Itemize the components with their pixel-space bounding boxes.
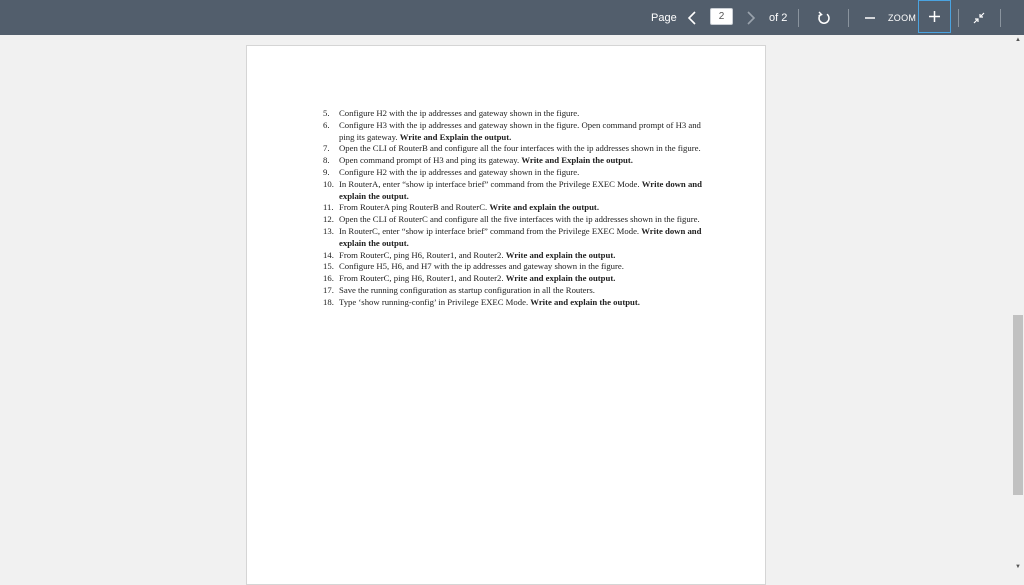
item-plain-text: Open the CLI of RouterC and configure al… <box>339 214 700 225</box>
item-number: 6. <box>323 119 330 130</box>
item-plain-text: In RouterC, enter “show ip interface bri… <box>339 225 642 236</box>
item-text: Configure H3 with the ip addresses and g… <box>339 120 703 144</box>
previous-page-button[interactable] <box>683 0 701 35</box>
list-item: 16. From RouterC, ping H6, Router1, and R… <box>323 273 703 285</box>
item-number: 9. <box>323 166 330 177</box>
item-plain-text: Configure H3 with the ip addresses and g… <box>339 119 701 142</box>
rotate-icon <box>818 11 830 24</box>
pdf-toolbar: Page of 2 ZOOM <box>0 0 1024 35</box>
item-text: From RouterC, ping H6, Router1, and Rout… <box>339 273 703 285</box>
item-bold-text: Write and explain the output. <box>505 249 616 260</box>
item-number: 8. <box>323 155 330 166</box>
item-plain-text: From RouterC, ping H6, Router1, and Rout… <box>339 273 506 284</box>
item-text: From RouterA ping RouterB and RouterC. W… <box>339 202 703 214</box>
plus-icon <box>929 11 940 22</box>
item-bold-text: Write and explain the output. <box>505 273 616 284</box>
toolbar-divider <box>848 9 849 27</box>
item-bold-text: Write and explain the output. <box>530 296 640 307</box>
list-item: 17. Save the running configuration as sta… <box>323 285 703 297</box>
list-item: 8. Open command prompt of H3 and ping its… <box>323 155 703 167</box>
item-plain-text: In RouterA, enter “show ip interface bri… <box>339 178 642 189</box>
scroll-down-arrow-icon[interactable]: ▼ <box>1012 564 1024 574</box>
item-plain-text: Configure H2 with the ip addresses and g… <box>339 166 580 177</box>
item-text: Open command prompt of H3 and ping its g… <box>339 155 703 167</box>
list-item: 18. Type ‘show running-config’ in Privile… <box>323 297 703 309</box>
list-item: 13. In RouterC, enter “show ip interface … <box>323 226 703 250</box>
item-text: In RouterA, enter “show ip interface bri… <box>339 179 703 203</box>
toolbar-divider <box>958 9 959 27</box>
chevron-right-icon <box>747 10 756 25</box>
page-count-label: of 2 <box>769 11 788 24</box>
zoom-label: ZOOM <box>888 12 917 23</box>
item-text: Configure H2 with the ip addresses and g… <box>339 167 703 179</box>
item-number: 15. <box>323 261 334 272</box>
item-plain-text: From RouterC, ping H6, Router1, and Rout… <box>339 249 506 260</box>
list-item: 15. Configure H5, H6, and H7 with the ip … <box>323 261 703 273</box>
list-item: 12. Open the CLI of RouterC and configure… <box>323 214 703 226</box>
toolbar-divider <box>1000 9 1001 27</box>
list-item: 5. Configure H2 with the ip addresses and… <box>323 108 703 120</box>
item-plain-text: Open the CLI of RouterB and configure al… <box>339 143 701 154</box>
item-number: 11. <box>323 202 334 213</box>
item-text: Type ‘show running-config’ in Privilege … <box>339 297 703 309</box>
item-bold-text: Write and Explain the output. <box>399 131 512 142</box>
item-number: 7. <box>323 143 330 154</box>
list-item: 11. From RouterA ping RouterB and RouterC… <box>323 202 703 214</box>
zoom-out-button[interactable] <box>860 0 880 35</box>
item-plain-text: Configure H5, H6, and H7 with the ip add… <box>339 261 624 272</box>
scrollbar-thumb[interactable] <box>1013 315 1023 495</box>
toolbar-divider <box>798 9 799 27</box>
item-text: From RouterC, ping H6, Router1, and Rout… <box>339 250 703 262</box>
item-number: 16. <box>323 273 334 284</box>
list-item: 7. Open the CLI of RouterB and configure … <box>323 143 703 155</box>
item-number: 10. <box>323 178 334 189</box>
document-viewer: 5. Configure H2 with the ip addresses and… <box>0 35 1012 585</box>
page-number-input[interactable] <box>710 8 733 25</box>
item-number: 13. <box>323 225 334 236</box>
item-plain-text: From RouterA ping RouterB and RouterC. <box>339 202 490 213</box>
list-item: 9. Configure H2 with the ip addresses and… <box>323 167 703 179</box>
rotate-button[interactable] <box>812 0 836 35</box>
zoom-in-button[interactable] <box>918 0 951 33</box>
item-number: 5. <box>323 108 330 118</box>
item-number: 14. <box>323 249 334 260</box>
next-page-button[interactable] <box>742 0 760 35</box>
item-bold-text: Write and Explain the output. <box>521 155 633 166</box>
item-bold-text: Write and explain the output. <box>489 202 599 213</box>
item-text: Configure H5, H6, and H7 with the ip add… <box>339 261 703 273</box>
item-plain-text: Open command prompt of H3 and ping its g… <box>339 155 522 166</box>
scroll-up-arrow-icon[interactable]: ▲ <box>1012 37 1024 47</box>
minus-icon <box>865 16 875 19</box>
collapse-icon <box>973 12 985 23</box>
list-item: 14. From RouterC, ping H6, Router1, and R… <box>323 250 703 262</box>
fit-page-button[interactable] <box>968 0 990 35</box>
item-text: Open the CLI of RouterC and configure al… <box>339 214 703 226</box>
item-text: Configure H2 with the ip addresses and g… <box>339 108 703 120</box>
item-plain-text: Save the running configuration as startu… <box>339 284 595 295</box>
item-number: 17. <box>323 284 334 295</box>
item-number: 18. <box>323 296 334 307</box>
instruction-list: 5. Configure H2 with the ip addresses and… <box>323 108 703 309</box>
pdf-page: 5. Configure H2 with the ip addresses and… <box>246 45 766 585</box>
item-number: 12. <box>323 214 334 225</box>
item-text: In RouterC, enter “show ip interface bri… <box>339 226 703 250</box>
item-text: Save the running configuration as startu… <box>339 285 703 297</box>
chevron-left-icon <box>687 10 696 25</box>
item-plain-text: Type ‘show running-config’ in Privilege … <box>339 296 531 307</box>
item-text: Open the CLI of RouterB and configure al… <box>339 143 703 155</box>
list-item: 6. Configure H3 with the ip addresses and… <box>323 120 703 144</box>
page-label: Page <box>651 11 677 24</box>
item-plain-text: Configure H2 with the ip addresses and g… <box>339 108 580 118</box>
list-item: 10. In RouterA, enter “show ip interface … <box>323 179 703 203</box>
